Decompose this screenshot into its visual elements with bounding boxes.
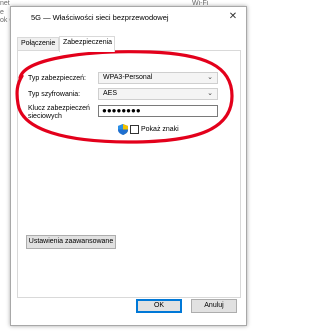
network-key-label: Klucz zabezpieczeń	[28, 105, 90, 112]
background-text: net	[0, 0, 10, 7]
encryption-type-label: Typ szyfrowania:	[28, 91, 81, 98]
uac-shield-icon	[118, 124, 128, 135]
close-icon[interactable]: ✕	[226, 10, 240, 24]
security-type-value: WPA3-Personal	[103, 74, 153, 81]
encryption-type-value: AES	[103, 90, 118, 97]
tab-security[interactable]: Zabezpieczenia	[59, 36, 115, 52]
title-bar[interactable]: 5G — Właściwości sieci bezprzewodowej ✕	[11, 7, 246, 27]
background-text: e	[0, 9, 4, 16]
security-type-select[interactable]: WPA3-Personal ⌄	[98, 72, 218, 84]
show-characters-checkbox[interactable]	[130, 125, 139, 134]
tab-connection[interactable]: Połączenie	[17, 37, 59, 51]
wireless-properties-dialog: 5G — Właściwości sieci bezprzewodowej ✕ …	[10, 6, 247, 326]
dialog-title: 5G — Właściwości sieci bezprzewodowej	[31, 13, 169, 22]
advanced-settings-button[interactable]: Ustawienia zaawansowane	[26, 235, 116, 249]
ok-button[interactable]: OK	[136, 299, 182, 313]
chevron-down-icon: ⌄	[207, 74, 213, 81]
network-key-label-line2: sieciowych	[28, 113, 62, 120]
encryption-type-select[interactable]: AES ⌄	[98, 88, 218, 100]
show-characters-label: Pokaż znaki	[141, 126, 179, 133]
cancel-button[interactable]: Anuluj	[191, 299, 237, 313]
chevron-down-icon: ⌄	[207, 90, 213, 97]
network-key-input[interactable]: ●●●●●●●●	[98, 105, 218, 117]
security-panel: Typ zabezpieczeń: WPA3-Personal ⌄ Typ sz…	[17, 50, 241, 298]
tab-bar: Połączenie Zabezpieczenia	[17, 36, 240, 52]
security-type-label: Typ zabezpieczeń:	[28, 75, 86, 82]
